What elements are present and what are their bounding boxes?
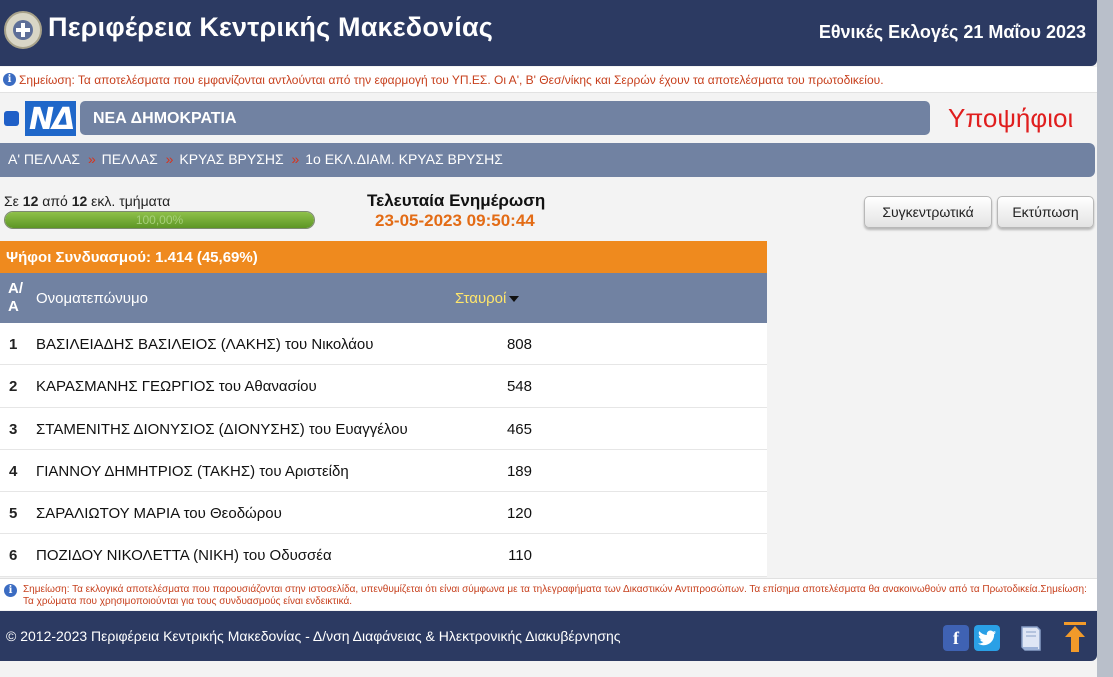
- data-source-note: i Σημείωση: Τα αποτελέσματα που εμφανίζο…: [0, 67, 1097, 93]
- book-icon[interactable]: [1018, 625, 1043, 652]
- disclaimer-note: i Σημείωση: Τα εκλογικά αποτελέσματα που…: [0, 578, 1097, 610]
- column-header-crosses[interactable]: Σταυροί: [455, 290, 520, 307]
- sort-desc-icon: [509, 296, 520, 303]
- info-icon: i: [3, 73, 16, 86]
- candidates-heading: Υποψήφιοι: [948, 103, 1074, 133]
- breadcrumb-item-district: 1ο ΕΚΛ.ΔΙΑΜ. ΚΡΥΑΣ ΒΡΥΣΗΣ: [305, 151, 503, 167]
- breadcrumb-item-municipality[interactable]: ΠΕΛΛΑΣ: [102, 151, 158, 167]
- table-row: 2 ΚΑΡΑΣΜΑΝΗΣ ΓΕΩΡΓΙΟΣ του Αθανασίου 548: [0, 365, 767, 408]
- candidate-index: 6: [9, 547, 18, 565]
- greek-emblem-logo[interactable]: [4, 11, 42, 49]
- candidate-crosses: 465: [506, 420, 532, 438]
- last-update-time: 23-05-2023 09:50:44: [375, 211, 535, 230]
- info-icon: i: [4, 584, 17, 597]
- candidate-index: 2: [9, 378, 18, 396]
- candidates-table-body: 1 ΒΑΣΙΛΕΙΑΔΗΣ ΒΑΣΙΛΕΙΟΣ (ΛΑΚΗΣ) του Νικολ…: [0, 323, 767, 577]
- summary-button[interactable]: Συγκεντρωτικά: [864, 196, 992, 228]
- site-header: Περιφέρεια Κεντρικής Μακεδονίας Εθνικές …: [0, 0, 1097, 66]
- window-scroll-gutter: [1097, 0, 1113, 677]
- table-row: 5 ΣΑΡΑΛΙΩΤΟΥ ΜΑΡΙΑ του Θεοδώρου 120: [0, 492, 767, 535]
- candidate-crosses: 189: [506, 462, 532, 480]
- candidate-name: ΒΑΣΙΛΕΙΑΔΗΣ ΒΑΣΙΛΕΙΟΣ (ΛΑΚΗΣ) του Νικολά…: [36, 336, 374, 353]
- site-footer: © 2012-2023 Περιφέρεια Κεντρικής Μακεδον…: [0, 611, 1097, 661]
- footer-copyright: © 2012-2023 Περιφέρεια Κεντρικής Μακεδον…: [6, 628, 621, 644]
- breadcrumb: Α' ΠΕΛΛΑΣ » ΠΕΛΛΑΣ » ΚΡΥΑΣ ΒΡΥΣΗΣ » 1ο Ε…: [0, 143, 1095, 177]
- counted-stations-label: Σε 12 από 12 εκλ. τμήματα: [4, 193, 171, 209]
- facebook-icon[interactable]: f: [943, 625, 969, 651]
- candidate-index: 3: [9, 420, 18, 438]
- scroll-top-icon[interactable]: [1063, 621, 1087, 653]
- party-logo: ΝΔ: [25, 101, 76, 137]
- candidate-index: 1: [9, 336, 18, 353]
- page: Περιφέρεια Κεντρικής Μακεδονίας Εθνικές …: [0, 0, 1097, 677]
- candidate-index: 4: [9, 462, 18, 480]
- candidate-name: ΠΟΖΙΔΟΥ ΝΙΚΟΛΕΤΤΑ (ΝΙΚΗ) του Οδυσσέα: [36, 547, 332, 565]
- candidate-name: ΚΑΡΑΣΜΑΝΗΣ ΓΕΩΡΓΙΟΣ του Αθανασίου: [36, 378, 317, 396]
- party-votes-summary: Ψήφοι Συνδυασμού: 1.414 (45,69%): [0, 241, 767, 273]
- party-name: ΝΕΑ ΔΗΜΟΚΡΑΤΙΑ: [93, 110, 237, 127]
- table-header: Α/Α Ονοματεπώνυμο Σταυροί: [0, 273, 767, 323]
- party-bar: ΝΕΑ ΔΗΜΟΚΡΑΤΙΑ: [80, 101, 930, 135]
- candidate-crosses: 808: [506, 336, 532, 353]
- twitter-icon[interactable]: [974, 625, 1000, 651]
- candidate-index: 5: [9, 505, 18, 523]
- table-row: 4 ΓΙΑΝΝΟΥ ΔΗΜΗΤΡΙΟΣ (ΤΑΚΗΣ) του Αριστείδη…: [0, 449, 767, 493]
- progress-percent: 100,00%: [135, 213, 184, 227]
- breadcrumb-separator: »: [165, 151, 174, 167]
- counting-progress-bar: 100,00%: [4, 211, 315, 229]
- candidate-crosses: 120: [506, 505, 532, 523]
- candidate-name: ΣΑΡΑΛΙΩΤΟΥ ΜΑΡΙΑ του Θεοδώρου: [36, 505, 282, 523]
- party-color-swatch: [4, 111, 19, 126]
- candidate-crosses: 110: [508, 547, 532, 565]
- table-row: 6 ΠΟΖΙΔΟΥ ΝΙΚΟΛΕΤΤΑ (ΝΙΚΗ) του Οδυσσέα 110: [0, 534, 767, 577]
- candidate-name: ΣΤΑΜΕΝΙΤΗΣ ΔΙΟΝΥΣΙΟΣ (ΔΙΟΝΥΣΗΣ) του Ευαγ…: [36, 420, 408, 438]
- last-update-label: Τελευταία Ενημέρωση: [367, 191, 546, 210]
- election-title: Εθνικές Εκλογές 21 Μαΐου 2023: [818, 22, 1086, 42]
- table-row: 3 ΣΤΑΜΕΝΙΤΗΣ ΔΙΟΝΥΣΙΟΣ (ΔΙΟΝΥΣΗΣ) του Ευα…: [0, 407, 767, 450]
- note-text: Σημείωση: Τα αποτελέσματα που εμφανίζοντ…: [19, 73, 884, 87]
- candidate-crosses: 548: [506, 378, 532, 396]
- breadcrumb-item-unit[interactable]: ΚΡΥΑΣ ΒΡΥΣΗΣ: [179, 151, 283, 167]
- breadcrumb-item-constituency[interactable]: Α' ΠΕΛΛΑΣ: [8, 151, 80, 167]
- breadcrumb-separator: »: [87, 151, 96, 167]
- breadcrumb-separator: »: [291, 151, 300, 167]
- disclaimer-text: Σημείωση: Τα εκλογικά αποτελέσματα που π…: [23, 584, 1087, 607]
- region-title[interactable]: Περιφέρεια Κεντρικής Μακεδονίας: [48, 12, 493, 43]
- table-row: 1 ΒΑΣΙΛΕΙΑΔΗΣ ΒΑΣΙΛΕΙΟΣ (ΛΑΚΗΣ) του Νικολ…: [0, 323, 767, 366]
- column-header-name: Ονοματεπώνυμο: [36, 290, 148, 307]
- column-header-index: Α/Α: [8, 280, 23, 315]
- print-button[interactable]: Εκτύπωση: [997, 196, 1094, 228]
- candidate-name: ΓΙΑΝΝΟΥ ΔΗΜΗΤΡΙΟΣ (ΤΑΚΗΣ) του Αριστείδη: [36, 462, 349, 480]
